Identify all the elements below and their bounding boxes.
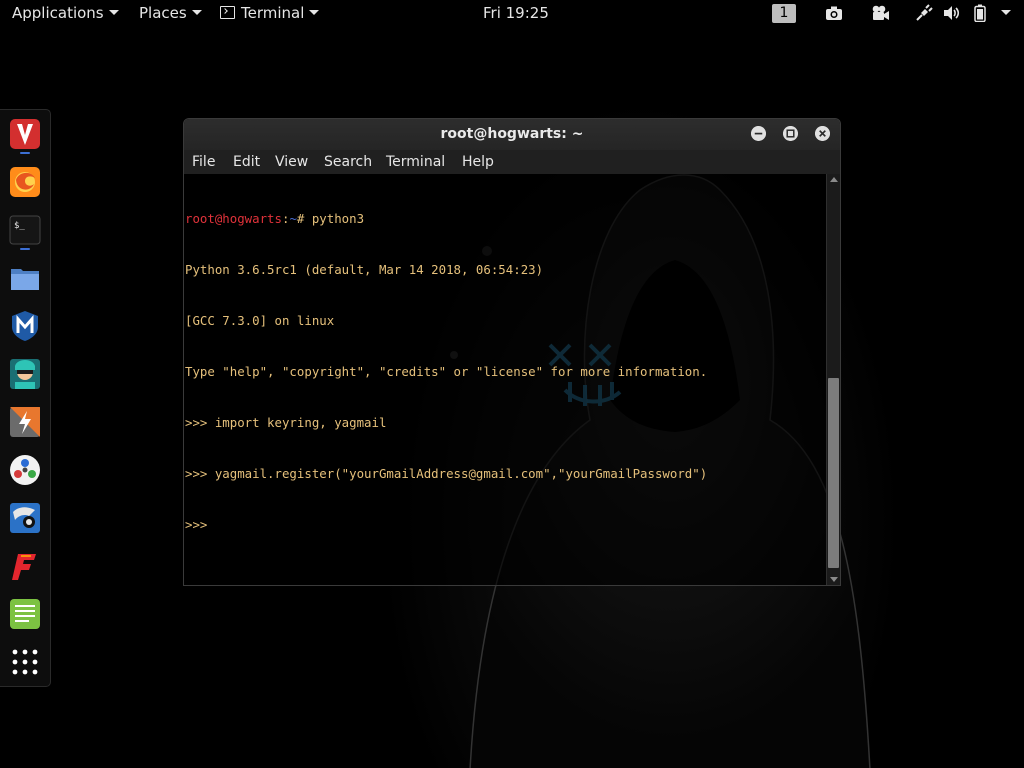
scroll-up-arrow-icon[interactable] bbox=[830, 177, 838, 182]
menu-edit[interactable]: Edit bbox=[233, 150, 260, 174]
volume-icon[interactable] bbox=[943, 4, 961, 22]
maltego-icon[interactable] bbox=[9, 454, 41, 486]
beef-icon[interactable] bbox=[9, 502, 41, 534]
battery-icon[interactable] bbox=[974, 4, 986, 22]
output-line: >>> import keyring, yagmail bbox=[185, 415, 387, 430]
camera-icon[interactable] bbox=[825, 4, 843, 22]
workspace-indicator[interactable]: 1 bbox=[772, 4, 796, 23]
output-line: >>> yagmail.register("yourGmailAddress@g… bbox=[185, 466, 708, 481]
menu-file[interactable]: File bbox=[192, 150, 215, 174]
burpsuite-icon[interactable] bbox=[9, 406, 41, 438]
prompt-command: python3 bbox=[311, 211, 365, 226]
chevron-down-icon bbox=[191, 10, 202, 15]
menu-view[interactable]: View bbox=[275, 150, 308, 174]
output-line: Python 3.6.5rc1 (default, Mar 14 2018, 0… bbox=[185, 262, 544, 277]
system-menu-caret-icon bbox=[1001, 10, 1011, 15]
terminal-icon bbox=[220, 5, 235, 19]
files-icon[interactable] bbox=[9, 262, 41, 294]
terminal-app-label: Terminal bbox=[241, 4, 305, 22]
running-indicator bbox=[20, 152, 30, 154]
applications-label: Applications bbox=[12, 4, 104, 22]
video-camera-icon[interactable] bbox=[870, 4, 890, 22]
output-line: [GCC 7.3.0] on linux bbox=[185, 313, 335, 328]
running-indicator bbox=[20, 248, 30, 250]
chevron-down-icon bbox=[309, 10, 320, 15]
system-menu[interactable] bbox=[996, 0, 1011, 27]
window-titlebar[interactable]: root@hogwarts: ~ bbox=[184, 119, 840, 150]
prompt-user: root@hogwarts bbox=[185, 211, 282, 226]
terminal-scrollbar[interactable] bbox=[826, 174, 840, 585]
firefox-icon[interactable] bbox=[9, 166, 41, 198]
menu-bar: File Edit View Search Terminal Help bbox=[184, 150, 840, 174]
scrollbar-thumb[interactable] bbox=[828, 378, 839, 568]
favorites-dock: $_ bbox=[0, 109, 51, 687]
terminal-output[interactable]: root@hogwarts:~# python3 Python 3.6.5rc1… bbox=[185, 176, 823, 582]
svg-text:$_: $_ bbox=[14, 221, 25, 231]
applications-menu[interactable]: Applications bbox=[12, 0, 119, 27]
desktop: Applications Places Terminal Fri 19:25 1 bbox=[0, 0, 1024, 768]
scroll-down-arrow-icon[interactable] bbox=[830, 577, 838, 582]
top-panel: Applications Places Terminal Fri 19:25 1 bbox=[0, 0, 1024, 27]
menu-help[interactable]: Help bbox=[462, 150, 494, 174]
terminal-body[interactable]: root@hogwarts:~# python3 Python 3.6.5rc1… bbox=[184, 174, 840, 585]
menu-terminal[interactable]: Terminal bbox=[386, 150, 445, 174]
close-button[interactable] bbox=[815, 126, 830, 141]
terminal-icon[interactable]: $_ bbox=[9, 214, 41, 246]
vivaldi-icon[interactable] bbox=[9, 118, 41, 150]
chevron-down-icon bbox=[108, 10, 119, 15]
output-line: Type "help", "copyright", "credits" or "… bbox=[185, 364, 708, 379]
clock[interactable]: Fri 19:25 bbox=[483, 0, 549, 27]
minimize-button[interactable] bbox=[751, 126, 766, 141]
prompt-line: root@hogwarts:~# python3 bbox=[185, 210, 823, 227]
terminal-window[interactable]: root@hogwarts: ~ File Edit View Search T… bbox=[183, 118, 841, 586]
maximize-button[interactable] bbox=[783, 126, 798, 141]
show-apps-icon[interactable] bbox=[9, 646, 41, 678]
leafpad-icon[interactable] bbox=[9, 598, 41, 630]
faraday-icon[interactable] bbox=[9, 550, 41, 582]
menu-search[interactable]: Search bbox=[324, 150, 372, 174]
metasploit-icon[interactable] bbox=[9, 310, 41, 342]
prompt-hash: # bbox=[296, 211, 312, 226]
output-line: >>> bbox=[185, 517, 215, 532]
places-menu[interactable]: Places bbox=[139, 0, 202, 27]
prompt-path: ~ bbox=[289, 211, 297, 226]
armitage-icon[interactable] bbox=[9, 358, 41, 390]
network-icon[interactable] bbox=[915, 4, 933, 22]
places-label: Places bbox=[139, 4, 187, 22]
window-title: root@hogwarts: ~ bbox=[440, 126, 584, 142]
terminal-app-menu[interactable]: Terminal bbox=[220, 0, 320, 27]
